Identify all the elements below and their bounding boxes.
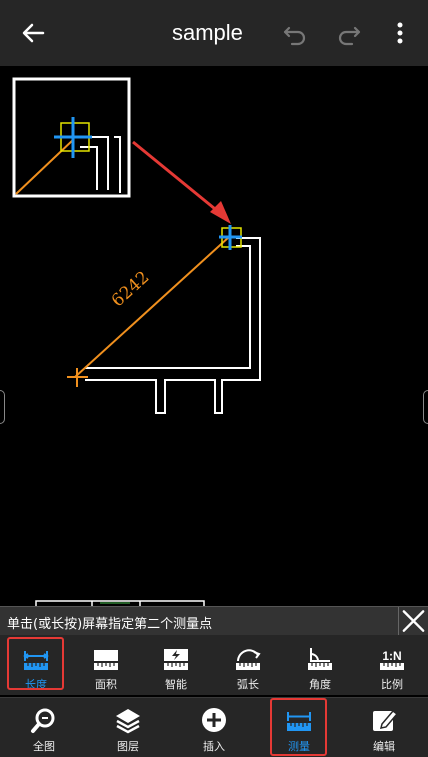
tool-angle-label: 角度 bbox=[309, 678, 331, 691]
plus-circle-icon bbox=[202, 708, 226, 732]
tab-edit-label: 编辑 bbox=[373, 740, 395, 753]
tab-fit-all-label: 全图 bbox=[33, 740, 55, 753]
smart-measure-icon bbox=[164, 649, 188, 670]
file-title: sample bbox=[172, 20, 243, 45]
top-bar: sample bbox=[0, 0, 428, 66]
area-icon bbox=[94, 650, 118, 670]
tool-area[interactable]: 面积 bbox=[76, 635, 136, 695]
scale-icon-text: 1:N bbox=[382, 649, 401, 663]
zoom-fit-icon bbox=[31, 708, 55, 733]
tab-layers[interactable]: 图层 bbox=[96, 698, 160, 756]
close-icon[interactable] bbox=[398, 607, 428, 636]
left-drawer-handle[interactable] bbox=[0, 390, 5, 424]
tool-area-label: 面积 bbox=[95, 678, 117, 691]
pointer-arrow bbox=[132, 140, 231, 224]
snap-cursor bbox=[219, 225, 242, 250]
tool-scale-label: 比例 bbox=[381, 678, 403, 691]
tab-insert[interactable]: 插入 bbox=[182, 698, 246, 756]
right-drawer-handle[interactable] bbox=[423, 390, 428, 424]
tab-edit[interactable]: 编辑 bbox=[352, 698, 416, 756]
scale-ratio-icon: 1:N bbox=[380, 649, 404, 670]
undo-icon[interactable] bbox=[282, 20, 308, 46]
highlight-box-length bbox=[7, 637, 64, 690]
tool-arc-length-label: 弧长 bbox=[237, 678, 259, 691]
hint-text: 单击(或长按)屏幕指定第二个测量点 bbox=[7, 617, 213, 632]
hint-bar: 单击(或长按)屏幕指定第二个测量点 bbox=[0, 606, 428, 636]
tool-angle[interactable]: 角度 bbox=[290, 635, 350, 695]
redo-icon[interactable] bbox=[336, 20, 362, 46]
cad-drawing: 6242 bbox=[12, 77, 261, 606]
tool-arc-length[interactable]: 弧长 bbox=[218, 635, 278, 695]
bottom-tab-bar: 全图 图层 插入 测量 编辑 bbox=[0, 697, 428, 757]
tab-insert-label: 插入 bbox=[203, 740, 225, 753]
tool-smart-label: 智能 bbox=[165, 678, 187, 691]
dimension-line: 6242 bbox=[67, 236, 230, 387]
layers-icon bbox=[116, 709, 140, 734]
tab-layers-label: 图层 bbox=[117, 740, 139, 753]
back-arrow-icon[interactable] bbox=[18, 18, 48, 48]
dimension-label: 6242 bbox=[108, 267, 154, 311]
drawing-canvas[interactable]: 6242 bbox=[0, 66, 428, 606]
part-outline bbox=[85, 237, 261, 414]
tool-scale[interactable]: 1:N 比例 bbox=[362, 635, 422, 695]
magnifier-inset bbox=[12, 77, 131, 198]
more-options-icon[interactable] bbox=[390, 18, 410, 48]
tool-smart[interactable]: 智能 bbox=[146, 635, 206, 695]
angle-icon bbox=[308, 648, 332, 670]
measure-toolbar: 长度 面积 智能 弧长 角度 1:N 比例 bbox=[0, 635, 428, 695]
highlight-box-measure bbox=[270, 698, 327, 756]
tab-fit-all[interactable]: 全图 bbox=[12, 698, 76, 756]
arc-length-icon bbox=[236, 649, 261, 670]
edit-pencil-icon bbox=[373, 709, 398, 731]
